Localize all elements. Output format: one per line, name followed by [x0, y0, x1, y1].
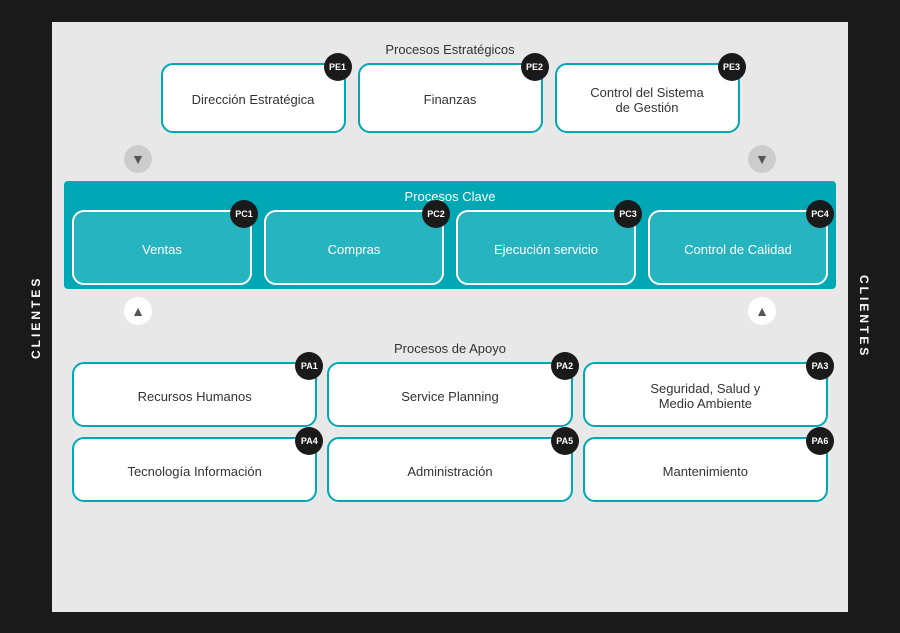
pe2-card: PE2 Finanzas: [358, 63, 543, 133]
pa2-badge: PA2: [551, 352, 579, 380]
pe3-card: PE3 Control del Sistemade Gestión: [555, 63, 740, 133]
pe1-label: Dirección Estratégica: [192, 92, 315, 107]
apoyo-section: Procesos de Apoyo PA1 Recursos Humanos P…: [64, 333, 836, 506]
pa4-label: Tecnología Información: [127, 464, 261, 479]
arrows-up-row: ▲ ▲: [64, 297, 836, 325]
arrow-up-right: ▲: [748, 297, 776, 325]
clave-cards-row: PC1 Ventas PC2 Compras PC3 Ejecución ser…: [72, 210, 828, 285]
pa5-card: PA5 Administración: [327, 437, 572, 502]
pc1-label: Ventas: [142, 242, 182, 257]
pa4-badge: PA4: [295, 427, 323, 455]
estrategicos-section: Procesos Estratégicos PE1 Dirección Estr…: [64, 34, 836, 137]
pa6-badge: PA6: [806, 427, 834, 455]
pa5-badge: PA5: [551, 427, 579, 455]
pa2-label: Service Planning: [401, 389, 499, 404]
main-diagram: CLIENTES Procesos Estratégicos PE1 Direc…: [20, 22, 880, 612]
pc2-card: PC2 Compras: [264, 210, 444, 285]
pe3-label: Control del Sistemade Gestión: [590, 85, 703, 115]
pe1-badge: PE1: [324, 53, 352, 81]
right-side-label: CLIENTES: [848, 22, 880, 612]
pe3-badge: PE3: [718, 53, 746, 81]
pa1-label: Recursos Humanos: [138, 389, 252, 404]
pa3-label: Seguridad, Salud yMedio Ambiente: [650, 381, 760, 411]
pc1-badge: PC1: [230, 200, 258, 228]
pc3-badge: PC3: [614, 200, 642, 228]
pa2-card: PA2 Service Planning: [327, 362, 572, 427]
pc2-badge: PC2: [422, 200, 450, 228]
pc4-card: PC4 Control de Calidad: [648, 210, 828, 285]
left-side-label: CLIENTES: [20, 22, 52, 612]
pc3-card: PC3 Ejecución servicio: [456, 210, 636, 285]
pa4-card: PA4 Tecnología Información: [72, 437, 317, 502]
pa1-badge: PA1: [295, 352, 323, 380]
pc1-card: PC1 Ventas: [72, 210, 252, 285]
pa3-card: PA3 Seguridad, Salud yMedio Ambiente: [583, 362, 828, 427]
pa6-label: Mantenimiento: [663, 464, 748, 479]
pa3-badge: PA3: [806, 352, 834, 380]
pa5-label: Administración: [407, 464, 492, 479]
pc4-label: Control de Calidad: [684, 242, 792, 257]
pc4-badge: PC4: [806, 200, 834, 228]
estrategicos-title: Procesos Estratégicos: [72, 42, 828, 57]
pe1-card: PE1 Dirección Estratégica: [161, 63, 346, 133]
arrow-up-left: ▲: [124, 297, 152, 325]
arrow-down-right: ▼: [748, 145, 776, 173]
pa6-card: PA6 Mantenimiento: [583, 437, 828, 502]
apoyo-title: Procesos de Apoyo: [72, 341, 828, 356]
pc3-label: Ejecución servicio: [494, 242, 598, 257]
estrategicos-cards-row: PE1 Dirección Estratégica PE2 Finanzas P…: [72, 63, 828, 133]
apoyo-cards-grid: PA1 Recursos Humanos PA2 Service Plannin…: [72, 362, 828, 502]
pe2-label: Finanzas: [424, 92, 477, 107]
arrow-down-left: ▼: [124, 145, 152, 173]
pe2-badge: PE2: [521, 53, 549, 81]
pa1-card: PA1 Recursos Humanos: [72, 362, 317, 427]
pc2-label: Compras: [328, 242, 381, 257]
content-area: Procesos Estratégicos PE1 Dirección Estr…: [52, 22, 848, 612]
clave-title: Procesos Clave: [72, 189, 828, 204]
clave-section: Procesos Clave PC1 Ventas PC2 Compras PC…: [64, 181, 836, 289]
arrows-down-row: ▼ ▼: [64, 145, 836, 173]
